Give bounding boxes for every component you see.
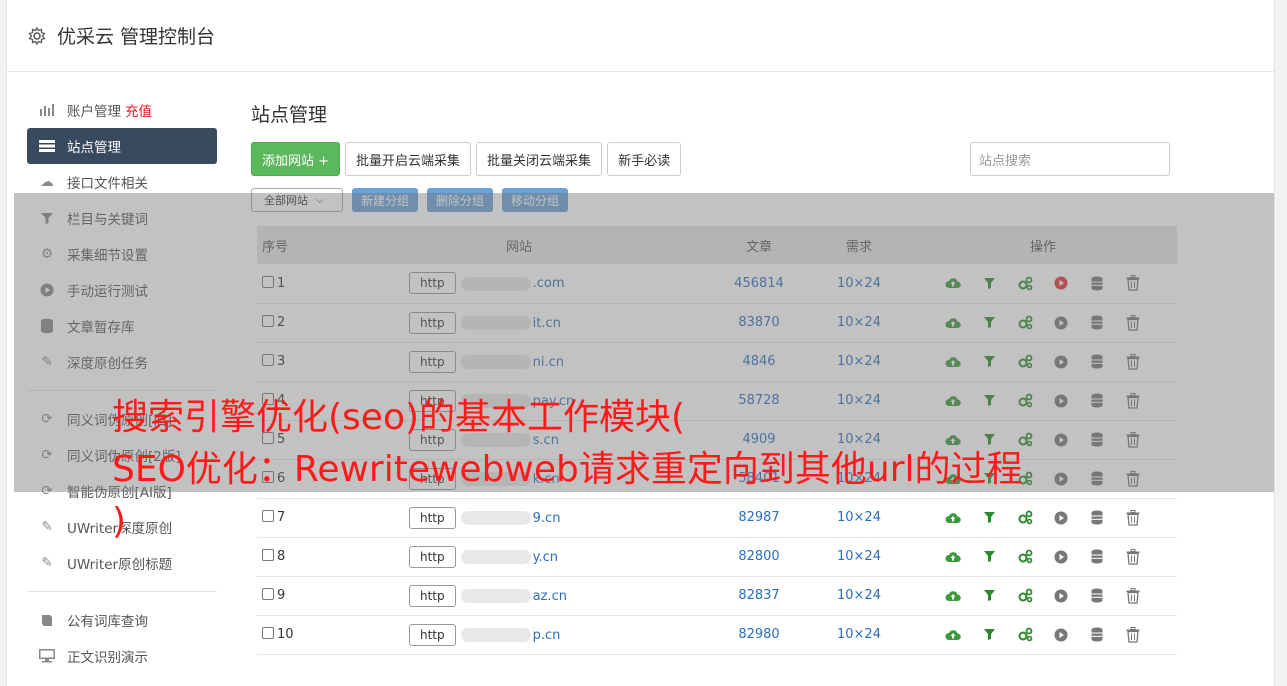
site-link[interactable]: az.cn: [533, 589, 567, 604]
redacted-domain: [460, 589, 531, 603]
protocol-badge[interactable]: http: [409, 584, 456, 607]
gears-icon[interactable]: [1017, 587, 1034, 604]
trash-icon[interactable]: [1125, 626, 1142, 643]
recharge-link[interactable]: 充值: [125, 100, 152, 120]
site-search-input[interactable]: 站点搜索: [970, 142, 1170, 176]
demand-value[interactable]: 10×24: [809, 576, 909, 616]
site-link[interactable]: p.cn: [533, 628, 561, 643]
ops-cell: [909, 615, 1177, 655]
headline-line-1: 搜索引擎优化(seo)的基本工作模块(: [112, 397, 686, 438]
row-checkbox[interactable]: [262, 588, 274, 600]
row-number: 9: [277, 588, 286, 603]
monitor-icon: [38, 647, 56, 665]
cloud-upload-icon: ☁: [40, 174, 54, 190]
ops-cell: [909, 576, 1177, 616]
sidebar-item-label: UWriter原创标题: [67, 557, 173, 573]
cloud-upload-icon[interactable]: [945, 587, 962, 604]
play-icon[interactable]: [1053, 509, 1070, 526]
batch-enable-button[interactable]: 批量开启云端采集: [345, 142, 472, 176]
play-icon[interactable]: [1053, 587, 1070, 604]
page-title: 站点管理: [251, 104, 328, 126]
add-site-button[interactable]: 添加网站 +: [251, 142, 341, 176]
articles-count[interactable]: 82980: [709, 615, 809, 655]
cloud-upload-icon[interactable]: [945, 626, 962, 643]
database-icon[interactable]: [1089, 587, 1106, 604]
row-number-cell: 9: [257, 576, 329, 616]
table-row: 9 http az.cn 82837 10×24: [257, 576, 1177, 616]
edit-icon: ✎: [41, 555, 53, 571]
trash-icon[interactable]: [1125, 587, 1142, 604]
sidebar-item-label: 接口文件相关: [67, 176, 148, 192]
batch-disable-button[interactable]: 批量关闭云端采集: [476, 142, 603, 176]
row-number: 10: [277, 627, 294, 642]
site-cell: http az.cn: [329, 576, 709, 616]
redacted-domain: [460, 628, 531, 642]
articles-count[interactable]: 82837: [709, 576, 809, 616]
app-title: 优采云 管理控制台: [57, 26, 216, 48]
toolbar: 添加网站 + 批量开启云端采集 批量关闭云端采集 新手必读: [251, 142, 682, 176]
protocol-badge[interactable]: http: [409, 623, 456, 646]
article-headline: 搜索引擎优化(seo)的基本工作模块( SEO优化：Rewritewebweb请…: [112, 392, 1023, 548]
sidebar-item-sites[interactable]: 站点管理: [27, 128, 217, 164]
gears-icon[interactable]: [1017, 626, 1034, 643]
cloud-upload-icon[interactable]: [945, 548, 962, 565]
play-icon[interactable]: [1053, 626, 1070, 643]
filter-icon[interactable]: [981, 587, 998, 604]
sidebar-item-label: 站点管理: [67, 140, 121, 156]
beginner-guide-button[interactable]: 新手必读: [607, 142, 682, 176]
site-link[interactable]: y.cn: [533, 550, 558, 565]
database-icon[interactable]: [1089, 548, 1106, 565]
database-icon[interactable]: [1089, 509, 1106, 526]
sidebar-item-uwriter-title[interactable]: ✎ UWriter原创标题: [27, 545, 217, 581]
filter-icon[interactable]: [981, 548, 998, 565]
sidebar-item-label: 公有词库查询: [67, 614, 148, 630]
book-icon: [38, 611, 56, 629]
row-checkbox[interactable]: [262, 627, 274, 639]
redacted-domain: [460, 550, 531, 564]
sidebar-item-text-recognition[interactable]: 正文识别演示: [27, 638, 217, 674]
site-cell: http p.cn: [329, 615, 709, 655]
trash-icon[interactable]: [1125, 548, 1142, 565]
top-bar: 优采云 管理控制台: [7, 0, 1274, 72]
protocol-badge[interactable]: http: [409, 545, 456, 568]
sidebar-divider: [27, 591, 217, 592]
sidebar-item-account[interactable]: 账户管理 充值: [27, 92, 217, 128]
headline-line-3: ): [112, 501, 127, 542]
gears-icon[interactable]: [1017, 548, 1034, 565]
database-icon[interactable]: [1089, 626, 1106, 643]
gear-icon: [27, 26, 47, 46]
sidebar-item-public-lexicon[interactable]: 公有词库查询: [27, 602, 217, 638]
play-icon[interactable]: [1053, 548, 1070, 565]
bar-chart-icon: [38, 101, 56, 119]
row-number-cell: 10: [257, 615, 329, 655]
row-number: 8: [277, 549, 286, 564]
sidebar-item-label: 账户管理: [67, 104, 121, 120]
edit-icon: ✎: [41, 519, 53, 535]
filter-icon[interactable]: [981, 626, 998, 643]
sidebar-item-label: 正文识别演示: [67, 650, 148, 666]
headline-line-2: SEO优化：Rewritewebweb请求重定向到其他url的过程: [112, 449, 1023, 490]
trash-icon[interactable]: [1125, 509, 1142, 526]
row-checkbox[interactable]: [262, 549, 274, 561]
demand-value[interactable]: 10×24: [809, 615, 909, 655]
server-icon: [38, 137, 56, 155]
main-panel: 站点管理 添加网站 + 批量开启云端采集 批量关闭云端采集 新手必读 站点搜索 …: [251, 92, 1251, 655]
table-row: 10 http p.cn 82980 10×24: [257, 615, 1177, 655]
